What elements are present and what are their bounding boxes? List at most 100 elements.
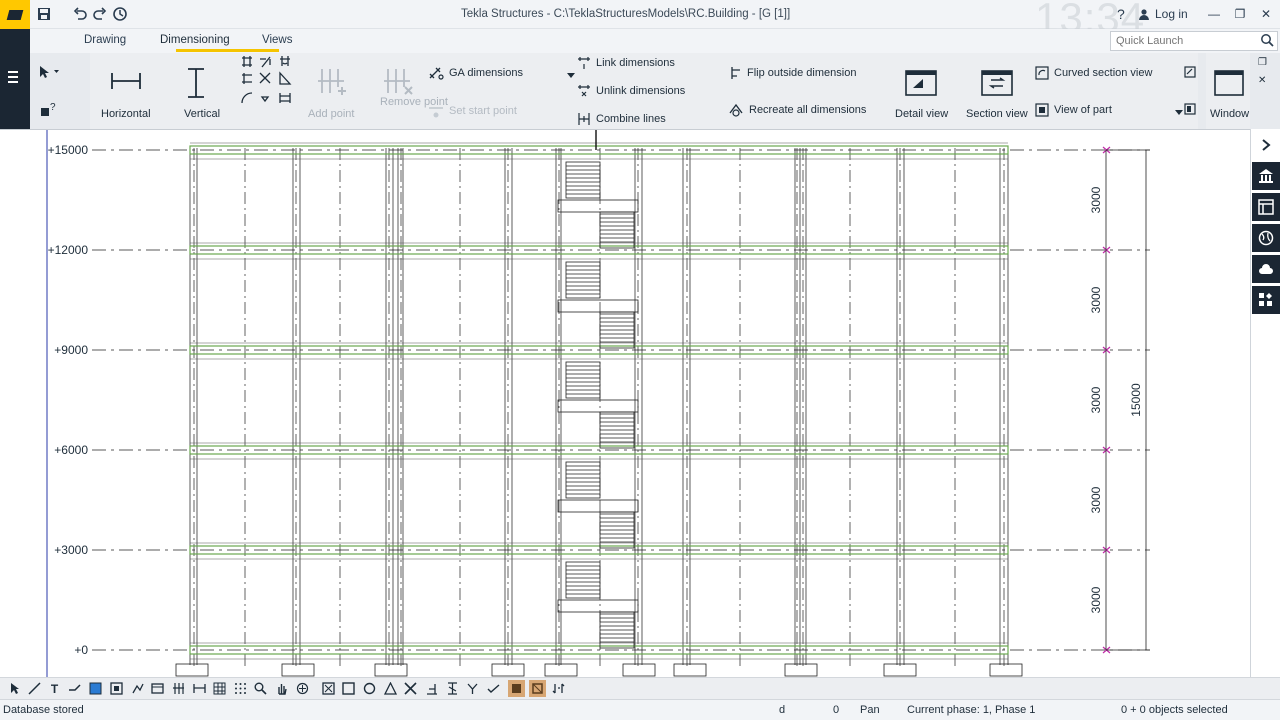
view-of-part-button[interactable]: View of part: [1035, 103, 1112, 117]
ga-dimensions-button[interactable]: GA dimensions: [428, 66, 523, 80]
unlink-dimensions-icon: [578, 85, 590, 97]
tab-dimensioning[interactable]: Dimensioning: [160, 34, 230, 46]
stair-flight: [565, 261, 601, 299]
stair-flight: [565, 161, 601, 199]
views-dropdown-icon[interactable]: [1175, 107, 1183, 119]
dimension-tool-icon[interactable]: [191, 680, 208, 697]
grid-snap-icon[interactable]: [170, 680, 187, 697]
chevron-right-icon[interactable]: [1252, 131, 1280, 159]
horizontal-button[interactable]: Horizontal: [101, 108, 151, 120]
apps-icon[interactable]: [1252, 286, 1280, 314]
select-cross-icon[interactable]: [402, 680, 419, 697]
snap-tool-icon[interactable]: [129, 680, 146, 697]
detail-view-button[interactable]: Detail view: [895, 108, 948, 120]
hamburger-menu-icon[interactable]: [8, 71, 22, 86]
dimension-types-icon[interactable]: [240, 55, 296, 111]
select-parts-icon[interactable]: [320, 680, 337, 697]
stair-landing: [557, 199, 639, 213]
level-label: +15000: [48, 143, 89, 157]
leader-tool-icon[interactable]: [66, 680, 83, 697]
restore-button[interactable]: ❐: [1232, 7, 1248, 21]
select-views-icon[interactable]: [529, 680, 546, 697]
cloud-icon[interactable]: [1252, 255, 1280, 283]
library-icon[interactable]: [1252, 162, 1280, 190]
flip-outside-dimension-button[interactable]: Flip outside dimension: [728, 66, 856, 80]
hatch-tool-icon[interactable]: [294, 680, 311, 697]
redo-icon[interactable]: [90, 4, 110, 24]
combine-lines-button[interactable]: Combine lines: [577, 112, 666, 126]
footing: [175, 663, 209, 677]
zoom-tool-icon[interactable]: [252, 680, 269, 697]
status-phase[interactable]: Current phase: 1, Phase 1: [907, 704, 1035, 716]
properties-icon[interactable]: [1252, 193, 1280, 221]
globe-icon[interactable]: [1252, 224, 1280, 252]
level-label: +12000: [48, 243, 89, 257]
select-check-icon[interactable]: [485, 680, 502, 697]
vertical-button[interactable]: Vertical: [184, 108, 220, 120]
more-views-icon[interactable]: [1184, 66, 1196, 81]
help-icon[interactable]: ?: [1117, 6, 1125, 22]
dimensions-group: Horizontal Vertical Add point Remove poi…: [90, 53, 905, 129]
status-mode: Pan: [860, 704, 880, 716]
level-label: +6000: [54, 443, 88, 457]
ortho-grid-icon[interactable]: [211, 680, 228, 697]
drawing-canvas[interactable]: +15000 +12000 +9000 +6000 +3000 +0 3000 3000 30…: [0, 129, 1250, 678]
select-tool-icon[interactable]: [6, 680, 23, 697]
minimize-button[interactable]: —: [1206, 7, 1222, 21]
frame-tool-icon[interactable]: [108, 680, 125, 697]
close-button[interactable]: ✕: [1258, 7, 1274, 21]
ga-dimensions-dropdown-icon[interactable]: [567, 70, 575, 82]
select-circle-icon[interactable]: [361, 680, 378, 697]
window-button[interactable]: Window: [1210, 108, 1249, 120]
history-icon[interactable]: [110, 4, 130, 24]
select-switch-icon[interactable]: [550, 680, 567, 697]
tekla-logo-icon[interactable]: [0, 0, 30, 29]
curved-section-view-label: Curved section view: [1054, 67, 1153, 79]
storey-dimension-label: 3000: [1089, 386, 1103, 413]
level-label: +3000: [54, 543, 88, 557]
more-views-icon-2[interactable]: [1184, 103, 1196, 118]
elevation-drawing[interactable]: +15000 +12000 +9000 +6000 +3000 +0 3000 3000 30…: [0, 130, 1250, 678]
quick-launch-input[interactable]: [1111, 32, 1251, 50]
drawing-toolbar: T: [0, 677, 1280, 699]
quick-launch[interactable]: [1110, 31, 1278, 51]
tab-drawing[interactable]: Drawing: [84, 34, 126, 46]
points-grid-icon[interactable]: [232, 680, 249, 697]
storey-dimension-label: 3000: [1089, 186, 1103, 213]
save-icon[interactable]: [34, 4, 54, 24]
select-angle-icon[interactable]: [423, 680, 440, 697]
recreate-all-dimensions-label: Recreate all dimensions: [749, 104, 867, 116]
unlink-dimensions-button[interactable]: Unlink dimensions: [577, 84, 685, 98]
select-arrow-icon[interactable]: [38, 65, 60, 82]
select-weld-icon[interactable]: [444, 680, 461, 697]
pan-tool-icon[interactable]: [273, 680, 290, 697]
login-button[interactable]: Log in: [1138, 7, 1188, 21]
select-triangle-icon[interactable]: [382, 680, 399, 697]
select-mark-icon[interactable]: [464, 680, 481, 697]
tab-views[interactable]: Views: [262, 34, 292, 46]
set-start-point-button[interactable]: Set start point: [428, 104, 517, 118]
color-fill-icon[interactable]: [87, 680, 104, 697]
select-objects-icon[interactable]: [508, 680, 525, 697]
recreate-all-dimensions-button[interactable]: Recreate all dimensions: [728, 103, 866, 117]
line-tool-icon[interactable]: [26, 680, 43, 697]
detail-view-icon[interactable]: [905, 70, 937, 99]
help-pointer-icon[interactable]: ?: [40, 101, 58, 120]
add-point-button[interactable]: Add point: [308, 108, 354, 120]
search-icon[interactable]: [1260, 33, 1274, 50]
undo-icon[interactable]: [70, 4, 90, 24]
window-tool-icon[interactable]: [149, 680, 166, 697]
select-rect-icon[interactable]: [340, 680, 357, 697]
window-icon[interactable]: [1214, 70, 1244, 99]
horizontal-dimension-icon[interactable]: [110, 71, 142, 94]
curved-section-view-button[interactable]: Curved section view: [1035, 66, 1152, 80]
section-view-icon[interactable]: [981, 70, 1013, 99]
panel-close-icon[interactable]: ✕: [1258, 75, 1266, 86]
section-view-button[interactable]: Section view: [966, 108, 1028, 120]
panel-restore-icon[interactable]: ❐: [1258, 57, 1267, 68]
combine-lines-icon: [578, 113, 590, 125]
text-tool-icon[interactable]: T: [46, 680, 63, 697]
storey-dimension-label: 3000: [1089, 486, 1103, 513]
vertical-dimension-icon[interactable]: [186, 67, 206, 102]
link-dimensions-button[interactable]: Link dimensions: [577, 56, 675, 70]
